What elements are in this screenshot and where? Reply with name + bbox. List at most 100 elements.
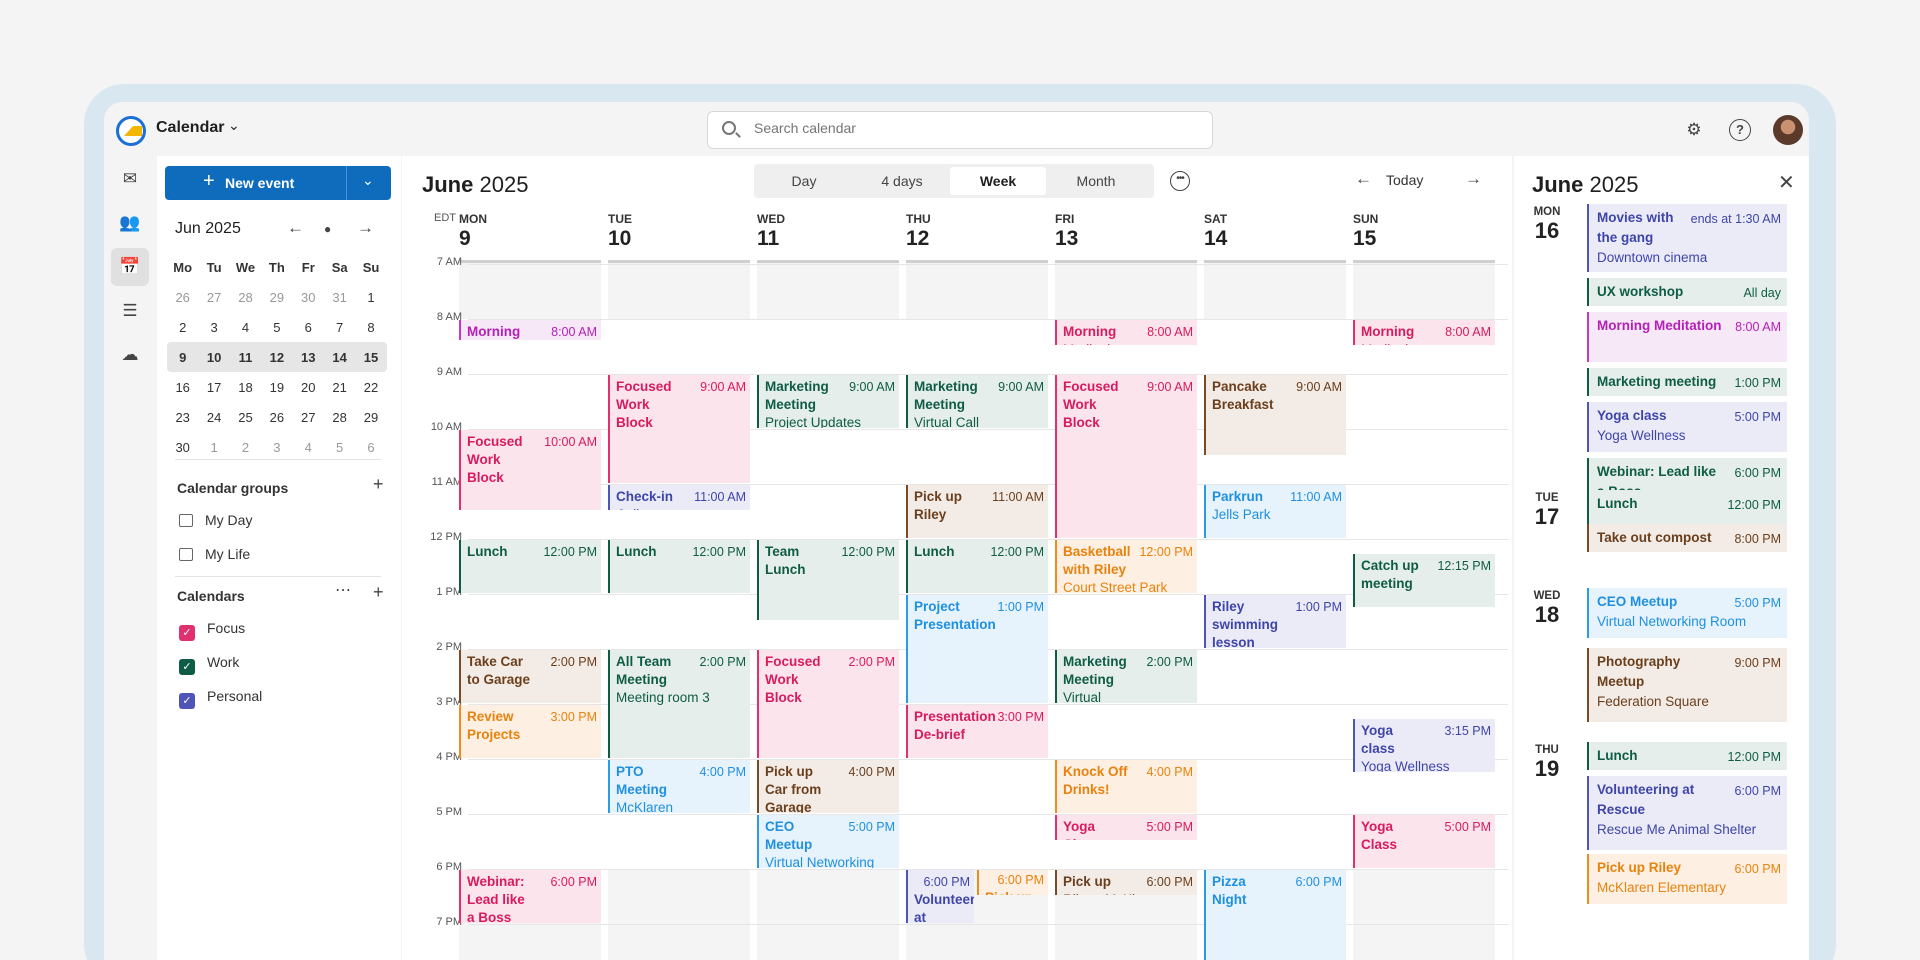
agenda-event[interactable]: 8:00 AM Morning Meditation	[1587, 312, 1787, 362]
calendar-event[interactable]: 12:00 PM Lunch	[608, 539, 750, 593]
mini-day[interactable]: 1	[355, 290, 386, 305]
arrow-right-icon[interactable]: →	[357, 218, 374, 238]
calendar-event[interactable]: 4:00 PM Pick up Car from Garage	[757, 759, 899, 813]
calendar-event[interactable]: 2:00 PM All Team Meeting Meeting room 3	[608, 649, 750, 758]
calendar-event[interactable]: 5:00 PMYoga Class- Yoga Online	[1055, 814, 1197, 841]
mini-day[interactable]: 26	[261, 410, 292, 425]
add-group-icon[interactable]: +	[373, 474, 384, 495]
calendar-event[interactable]: 5:00 PM Yoga Class	[1353, 814, 1495, 868]
agenda-event[interactable]: 12:00 PM Lunch	[1587, 742, 1787, 770]
mail-icon[interactable]: ✉	[111, 160, 149, 198]
help-icon[interactable]: ?	[1729, 119, 1751, 141]
tasks-icon[interactable]: ☰	[111, 292, 149, 330]
view-day[interactable]: Day	[756, 167, 852, 195]
chevron-down-icon[interactable]: ⌄	[362, 172, 374, 189]
day-header[interactable]: MON 9	[459, 212, 604, 251]
calendar-event[interactable]: 10:00 AM Focused Work Block	[459, 429, 601, 511]
checkbox-checked-icon[interactable]: ✓	[179, 693, 195, 709]
group-item-my-day[interactable]: My Day	[179, 512, 252, 528]
chevron-down-icon[interactable]: ⌄	[228, 117, 240, 134]
view-month[interactable]: Month	[1048, 167, 1144, 195]
calendar-event[interactable]: 9:00 AM Marketing Meeting Virtual Call	[906, 374, 1048, 428]
mini-day[interactable]: 3	[261, 440, 292, 455]
day-header[interactable]: WED 11	[757, 212, 902, 251]
mini-day[interactable]: 24	[198, 410, 229, 425]
add-calendar-icon[interactable]: +	[373, 582, 384, 603]
mini-day[interactable]: 30	[293, 290, 324, 305]
calendar-event[interactable]: 5:00 PM CEO Meetup Virtual Networking	[757, 814, 899, 868]
view-4-days[interactable]: 4 days	[854, 167, 950, 195]
mini-day[interactable]: 20	[293, 380, 324, 395]
mini-day[interactable]: 18	[230, 380, 261, 395]
checkbox-checked-icon[interactable]: ✓	[179, 625, 195, 641]
mini-day[interactable]: 2	[230, 440, 261, 455]
mini-day[interactable]: 29	[355, 410, 386, 425]
mini-day[interactable]: 4	[230, 320, 261, 335]
calendar-event[interactable]: 8:00 AMMorningMeditation	[459, 319, 601, 340]
search-input[interactable]	[754, 120, 1174, 136]
arrow-left-icon[interactable]: ←	[1355, 169, 1372, 189]
calendar-event[interactable]: 2:00 PM Take Car to Garage	[459, 649, 601, 703]
mini-day[interactable]: 11	[230, 350, 261, 365]
gear-icon[interactable]: ⚙	[1683, 119, 1705, 141]
mini-day[interactable]: 25	[230, 410, 261, 425]
calendar-icon[interactable]: 📅	[111, 248, 149, 286]
mini-day[interactable]: 15	[355, 350, 386, 365]
mini-day[interactable]: 3	[198, 320, 229, 335]
mini-day[interactable]: 4	[293, 440, 324, 455]
day-header[interactable]: SAT 14	[1204, 212, 1349, 251]
mini-day[interactable]: 10	[198, 350, 229, 365]
calendar-event[interactable]: 9:00 AM Focused Work Block	[1055, 374, 1197, 538]
calendar-event[interactable]: 1:00 PM Riley swimming lesson	[1204, 594, 1346, 648]
more-options-icon[interactable]: •••	[1170, 171, 1190, 191]
calendar-event[interactable]: 6:00 PM Volunteer at	[906, 869, 974, 923]
mini-day[interactable]: 30	[167, 440, 198, 455]
day-header[interactable]: FRI 13	[1055, 212, 1200, 251]
mini-day[interactable]: 28	[230, 290, 261, 305]
mini-day[interactable]: 5	[324, 440, 355, 455]
calendar-event[interactable]: 9:00 AM Pancake Breakfast	[1204, 374, 1346, 456]
agenda-event[interactable]: 6:00 PM Pick up Riley McKlaren Elementary	[1587, 854, 1787, 904]
mini-day[interactable]: 9	[167, 350, 198, 365]
agenda-event[interactable]: ends at 1:30 AM Movies with the gang Downt…	[1587, 204, 1787, 272]
mini-day[interactable]: 2	[167, 320, 198, 335]
day-header[interactable]: THU 12	[906, 212, 1051, 251]
calendar-event[interactable]: 3:00 PM Review Projects	[459, 704, 601, 758]
calendar-item-work[interactable]: ✓ Work	[179, 654, 239, 675]
view-week[interactable]: Week	[950, 167, 1046, 195]
calendar-item-focus[interactable]: ✓ Focus	[179, 620, 245, 641]
new-event-button[interactable]: + New event ⌄	[165, 166, 391, 200]
agenda-event[interactable]: All day UX workshop	[1587, 278, 1787, 306]
avatar[interactable]	[1773, 115, 1803, 145]
agenda-event[interactable]: 9:00 PM Photography Meetup Federation Squa…	[1587, 648, 1787, 722]
day-column[interactable]	[1055, 260, 1197, 960]
calendar-event[interactable]: 11:00 AMCheck-inCall	[608, 484, 750, 511]
mini-day[interactable]: 7	[324, 320, 355, 335]
agenda-event[interactable]: 5:00 PM Yoga class Yoga Wellness	[1587, 402, 1787, 452]
day-header[interactable]: SUN 15	[1353, 212, 1498, 251]
calendar-event[interactable]: 11:00 AM Parkrun Jells Park	[1204, 484, 1346, 538]
people-icon[interactable]: 👥	[111, 204, 149, 242]
calendar-event[interactable]: 3:00 PM Presentation De-brief	[906, 704, 1048, 758]
app-name[interactable]: Calendar	[156, 119, 224, 137]
calendar-event[interactable]: 12:00 PM Lunch	[459, 539, 601, 593]
agenda-event[interactable]: 8:00 PM Take out compost	[1587, 524, 1787, 552]
calendar-event[interactable]: 6:00 PMWebinar: Lead like a BossFounders…	[459, 869, 601, 923]
mini-day[interactable]: 27	[293, 410, 324, 425]
mini-day[interactable]: 6	[355, 440, 386, 455]
mini-day[interactable]: 22	[355, 380, 386, 395]
more-icon[interactable]: ⋯	[335, 580, 352, 600]
calendar-event[interactable]: 2:00 PM Marketing Meeting Virtual	[1055, 649, 1197, 703]
day-header[interactable]: TUE 10	[608, 212, 753, 251]
agenda-event[interactable]: 12:00 PM Lunch	[1587, 490, 1787, 518]
day-column[interactable]	[608, 260, 750, 960]
mini-day[interactable]: 21	[324, 380, 355, 395]
close-icon[interactable]: ✕	[1778, 170, 1795, 195]
agenda-event[interactable]: 1:00 PM Marketing meeting	[1587, 368, 1787, 396]
mini-day[interactable]: 23	[167, 410, 198, 425]
mini-day[interactable]: 13	[293, 350, 324, 365]
calendar-event[interactable]: 12:00 PM Team Lunch	[757, 539, 899, 621]
mini-day[interactable]: 19	[261, 380, 292, 395]
mini-day[interactable]: 12	[261, 350, 292, 365]
agenda-event[interactable]: 6:00 PM Volunteering at Rescue Rescue Me A…	[1587, 776, 1787, 850]
